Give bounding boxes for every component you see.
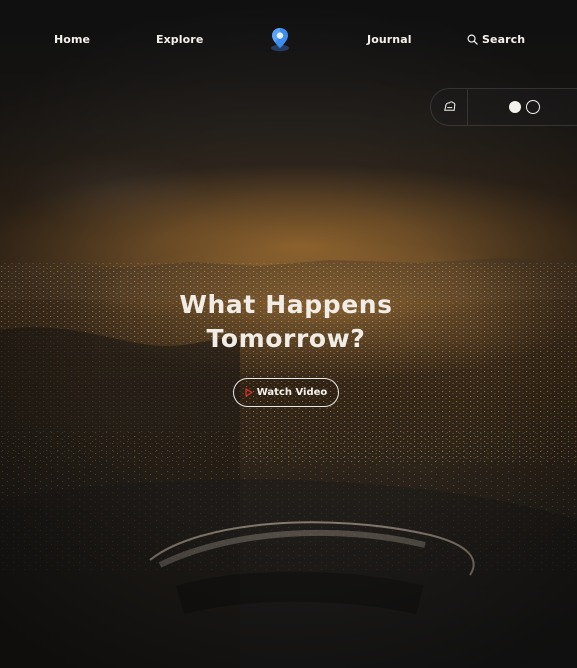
- logo-link[interactable]: [266, 25, 294, 53]
- theme-toggle[interactable]: [507, 100, 543, 115]
- watch-video-label: Watch Video: [256, 387, 328, 398]
- watch-video-button[interactable]: Watch Video: [233, 378, 339, 407]
- headline-line-1: What Happens: [179, 290, 393, 319]
- nav-search-link[interactable]: Search: [467, 33, 525, 46]
- map-pin-icon: [271, 28, 289, 52]
- outline-dot-icon: [526, 100, 540, 114]
- search-icon: [467, 34, 478, 45]
- nav-home-link[interactable]: Home: [54, 33, 90, 46]
- hero-section: Home Explore Journal Search What Happens…: [0, 0, 577, 668]
- nav-explore-link[interactable]: Explore: [156, 33, 203, 46]
- pill-divider: [467, 89, 468, 125]
- cloud-sun-icon[interactable]: [442, 99, 457, 114]
- headline-line-2: Tomorrow?: [206, 324, 366, 353]
- play-icon: [245, 388, 253, 397]
- hero-headline: What Happens Tomorrow?: [0, 288, 572, 356]
- side-controls: [430, 88, 577, 126]
- filled-dot-icon: [509, 101, 521, 113]
- nav-journal-link[interactable]: Journal: [367, 33, 412, 46]
- search-label: Search: [482, 33, 526, 46]
- top-navigation: Home Explore Journal Search: [0, 0, 577, 80]
